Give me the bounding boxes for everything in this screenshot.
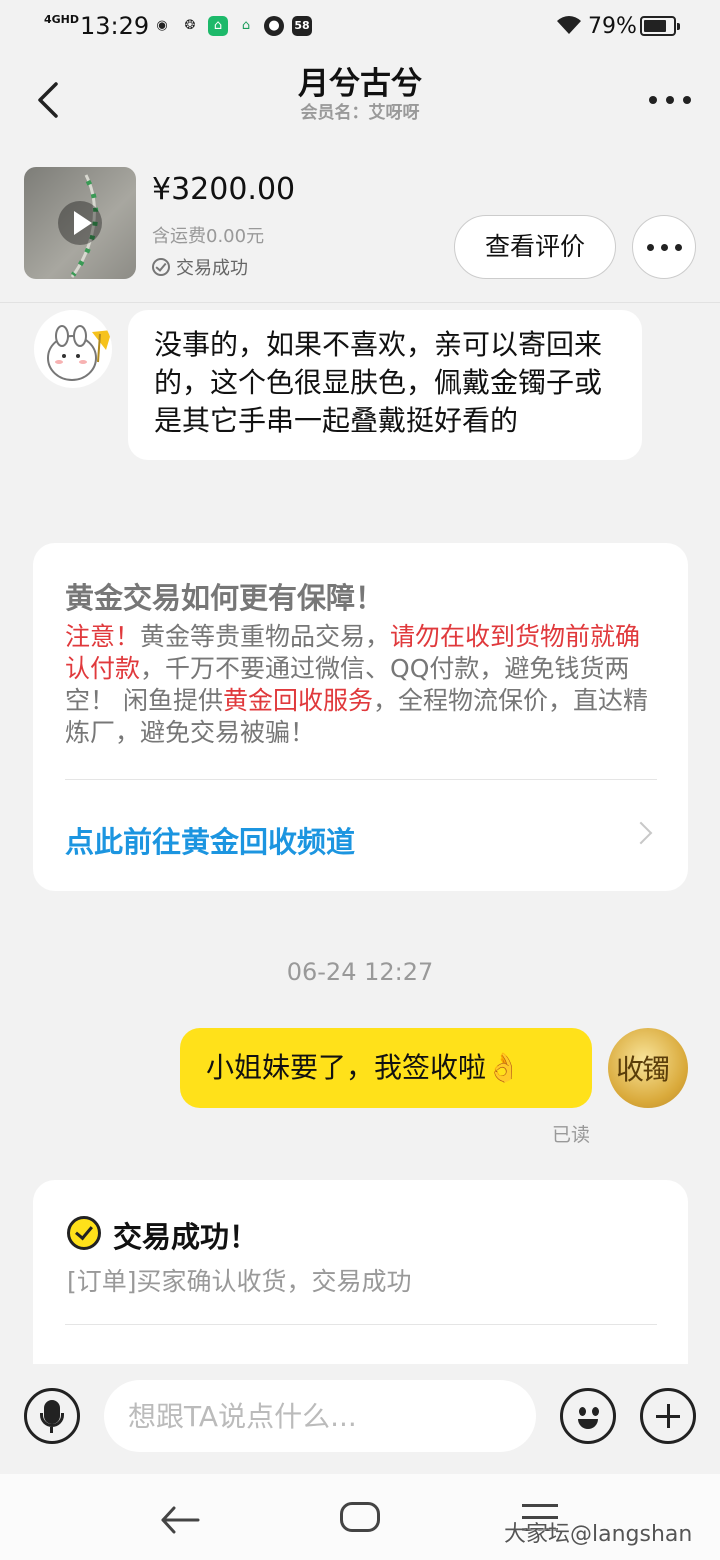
- nav-home-icon[interactable]: [340, 1502, 380, 1532]
- status-bar: 4GHD 13:29 ◉ ❂ ⌂ ⌂ ● 58 79%: [0, 0, 720, 56]
- member-name: 会员名：艾呀呀: [300, 103, 420, 123]
- seller-message-text: 没事的，如果不喜欢，亲可以寄回来的，这个色很显肤色，佩戴金镯子或是其它手串一起叠…: [154, 328, 603, 437]
- more-dots-icon: [640, 80, 700, 120]
- battery-percent: 79%: [588, 14, 637, 39]
- product-video-thumbnail[interactable]: [24, 167, 136, 279]
- gold-card-body: 注意！黄金等贵重物品交易，请勿在收到货物前就确认付款，千万不要通过微信、QQ付款…: [65, 621, 665, 749]
- check-circle-icon: [152, 258, 170, 276]
- weibo-icon: ◉: [156, 18, 168, 33]
- emoji-button[interactable]: [560, 1388, 616, 1444]
- product-more-button[interactable]: [632, 215, 696, 279]
- more-dots-icon: [633, 216, 695, 278]
- trade-success-card[interactable]: 交易成功！ [订单]买家确认收货，交易成功: [33, 1180, 688, 1380]
- trade-status-label: 交易成功: [176, 258, 248, 279]
- divider: [65, 1324, 657, 1325]
- divider: [65, 779, 657, 780]
- message-input[interactable]: [104, 1380, 536, 1452]
- chevron-right-icon[interactable]: [629, 821, 653, 845]
- seller-message-bubble: 没事的，如果不喜欢，亲可以寄回来的，这个色很显肤色，佩戴金镯子或是其它手串一起叠…: [128, 310, 642, 460]
- network-indicator: 4GHD: [44, 13, 80, 26]
- success-description: [订单]买家确认收货，交易成功: [67, 1267, 412, 1296]
- status-time: 13:29: [80, 12, 150, 40]
- seller-avatar[interactable]: [34, 310, 112, 388]
- plus-button[interactable]: [640, 1388, 696, 1444]
- my-message-text: 小姐妹要了，我签收啦👌: [206, 1051, 521, 1084]
- bunny-avatar-image: [47, 325, 112, 381]
- calligraphy-avatar-image: 收镯: [616, 1053, 670, 1086]
- notification-icons: ◉ ❂ ⌂ ⌂ ● 58: [152, 16, 312, 36]
- smiley-icon: [579, 1407, 586, 1416]
- gold-trade-notice-card: 黄金交易如何更有保障！ 注意！黄金等贵重物品交易，请勿在收到货物前就确认付款，千…: [33, 543, 688, 891]
- wechat-work-icon: ⌂: [208, 16, 228, 36]
- 58-icon: 58: [292, 16, 312, 36]
- nav-back-icon[interactable]: [160, 1502, 200, 1538]
- message-timestamp: 06-24 12:27: [286, 958, 434, 986]
- my-avatar[interactable]: 收镯: [608, 1028, 688, 1108]
- voice-input-button[interactable]: [24, 1388, 80, 1444]
- chat-header: 月兮古兮 会员名：艾呀呀: [0, 56, 720, 152]
- warning-text-2: 黄金回收服务: [222, 686, 373, 715]
- view-review-button[interactable]: 查看评价: [454, 215, 616, 279]
- watermark: 大家坛@langshan: [504, 1522, 693, 1547]
- play-icon: [74, 211, 92, 235]
- shipping-fee: 含运费0.00元: [152, 226, 265, 247]
- system-nav-bar: 大家坛@langshan: [0, 1474, 720, 1560]
- product-price: ¥3200.00: [152, 172, 296, 207]
- my-message-bubble: 小姐妹要了，我签收啦👌: [180, 1028, 592, 1108]
- battery-icon: [640, 16, 680, 36]
- swirl-icon: ❂: [184, 18, 196, 33]
- gold-recycling-link[interactable]: 点此前往黄金回收频道: [65, 819, 355, 861]
- fire-icon: ●: [264, 16, 284, 36]
- read-status: 已读: [552, 1124, 591, 1146]
- gold-card-title: 黄金交易如何更有保障！: [65, 581, 385, 615]
- page-title: 月兮古兮: [298, 66, 422, 102]
- notice-label: 注意！: [65, 622, 141, 651]
- message-input-bar: [0, 1364, 720, 1474]
- home-app-icon: ⌂: [241, 18, 251, 33]
- trade-status: 交易成功: [152, 254, 248, 280]
- wifi-icon: [557, 16, 581, 34]
- gold-text-1: 黄金等贵重物品交易，: [140, 622, 391, 651]
- more-options-button[interactable]: [640, 80, 700, 120]
- success-check-icon: [67, 1216, 101, 1250]
- success-title: 交易成功！: [113, 1220, 259, 1254]
- product-summary: ¥3200.00 含运费0.00元 交易成功 查看评价: [0, 152, 720, 303]
